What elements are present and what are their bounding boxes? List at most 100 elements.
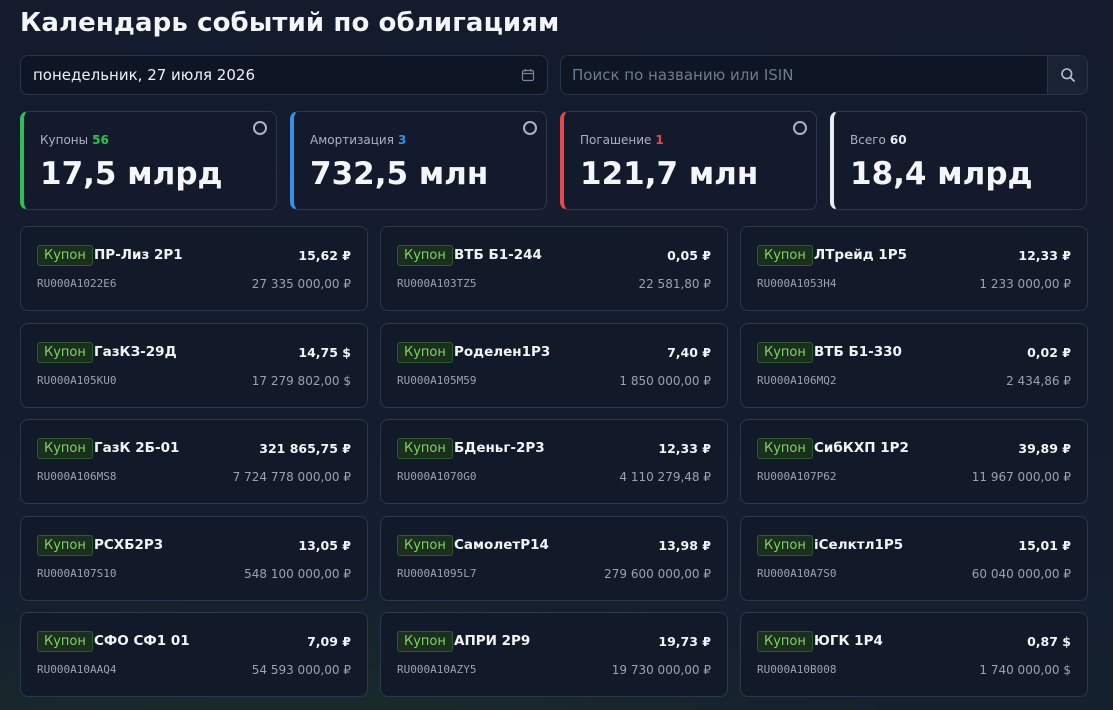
isin-code: RU000A10AZY5 — [397, 663, 477, 676]
event-type-badge: Купон — [397, 631, 453, 652]
total-amount: 1 233 000,00 ₽ — [979, 277, 1071, 291]
event-type-badge: Купон — [397, 245, 453, 266]
event-card[interactable]: Купон СФО СФ1 01 7,09 ₽ RU000A10AAQ4 54 593 … — [20, 612, 368, 697]
event-type-badge: Купон — [37, 438, 93, 459]
isin-code: RU000A105M59 — [397, 373, 477, 387]
total-amount: 1 850 000,00 ₽ — [619, 373, 711, 388]
total-amount: 2 434,86 ₽ — [1006, 373, 1071, 388]
total-amount: 60 040 000,00 ₽ — [971, 566, 1071, 581]
page-title: Календарь событий по облигациям — [20, 8, 560, 38]
event-type-badge: Купон — [37, 631, 93, 652]
search-button[interactable] — [1047, 56, 1087, 94]
event-card[interactable]: Купон iСелктл1Р5 15,01 ₽ RU000A10A7S0 60 040… — [740, 515, 1088, 601]
payment-amount: 12,33 ₽ — [658, 441, 711, 456]
event-card[interactable]: Купон ЮГК 1Р4 0,87 $ RU000A10B008 1 740 000,… — [740, 612, 1088, 697]
stat-value: 732,5 млн — [310, 156, 489, 192]
event-card[interactable]: Купон ГазКЗ-29Д 14,75 $ RU000A105KU0 17 279 … — [20, 322, 368, 408]
bond-name: ЮГК 1Р4 — [814, 633, 883, 649]
total-amount: 19 730 000,00 ₽ — [611, 663, 711, 677]
total-amount: 4 110 279,48 ₽ — [619, 470, 711, 484]
bond-name: iСелктл1Р5 — [814, 536, 904, 553]
event-type-badge: Купон — [757, 534, 813, 556]
payment-amount: 13,05 ₽ — [298, 537, 351, 553]
stat-card-amortization[interactable]: Амортизация 3 732,5 млн — [290, 111, 547, 210]
bond-name: СамолетР14 — [454, 536, 549, 553]
payment-amount: 0,02 ₽ — [1027, 344, 1071, 360]
payment-amount: 0,87 $ — [1027, 634, 1071, 649]
stat-count: 56 — [92, 133, 109, 147]
event-card[interactable]: Купон СамолетР14 13,98 ₽ RU000A1095L7 279 60… — [380, 515, 728, 601]
total-amount: 548 100 000,00 ₽ — [244, 566, 351, 581]
isin-code: RU000A106MQ2 — [757, 373, 837, 387]
isin-code: RU000A1022E6 — [37, 277, 117, 290]
stat-label: Всего 60 — [850, 133, 907, 147]
isin-code: RU000A10B008 — [757, 663, 837, 676]
stat-card-total[interactable]: Всего 60 18,4 млрд — [830, 111, 1087, 210]
search-box — [560, 55, 1088, 95]
isin-code: RU000A105KU0 — [37, 373, 117, 387]
event-card[interactable]: Купон ВТБ Б1-330 0,02 ₽ RU000A106MQ2 2 434,8… — [740, 322, 1088, 408]
stat-value: 18,4 млрд — [850, 156, 1033, 192]
calendar-icon[interactable] — [521, 68, 535, 82]
stat-count: 60 — [889, 133, 907, 147]
date-picker[interactable]: понедельник, 27 июля 2026 — [20, 55, 548, 95]
payment-amount: 7,09 ₽ — [307, 634, 351, 649]
event-card[interactable]: Купон СибКХП 1Р2 39,89 ₽ RU000A107P62 11 967… — [740, 419, 1088, 504]
filter-radio[interactable] — [253, 121, 267, 135]
isin-code: RU000A107S10 — [37, 566, 117, 580]
bond-name: ПР-Лиз 2P1 — [94, 247, 183, 263]
payment-amount: 15,01 ₽ — [1018, 537, 1071, 553]
isin-code: RU000A107P62 — [757, 470, 837, 483]
payment-amount: 15,62 ₽ — [298, 248, 351, 263]
payment-amount: 7,40 ₽ — [667, 344, 711, 360]
stat-count: 1 — [655, 133, 664, 147]
event-card[interactable]: Купон ГазК 2Б-01 321 865,75 ₽ RU000A106MS8 7… — [20, 419, 368, 504]
bond-name: РСХБ2Р3 — [94, 536, 164, 553]
isin-code: RU000A1095L7 — [397, 566, 477, 580]
event-card[interactable]: Купон ЛТрейд 1Р5 12,33 ₽ RU000A1053H4 1 233 … — [740, 226, 1088, 311]
total-amount: 27 335 000,00 ₽ — [251, 277, 351, 291]
payment-amount: 14,75 $ — [298, 344, 351, 360]
bond-name: ЛТрейд 1Р5 — [814, 247, 907, 263]
event-type-badge: Купон — [757, 341, 813, 363]
bond-name: БДеньг-2Р3 — [454, 440, 545, 456]
payment-amount: 13,98 ₽ — [658, 537, 711, 553]
payment-amount: 12,33 ₽ — [1018, 248, 1071, 263]
event-card[interactable]: Купон АПРИ 2Р9 19,73 ₽ RU000A10AZY5 19 730 0… — [380, 612, 728, 697]
search-icon — [1060, 68, 1075, 82]
event-type-badge: Купон — [397, 438, 453, 459]
bond-name: СФО СФ1 01 — [94, 633, 190, 649]
stat-card-redemption[interactable]: Погашение 1 121,7 млн — [560, 111, 817, 210]
bond-events-page: Календарь событий по облигациям понедель… — [0, 0, 1113, 710]
isin-code: RU000A10A7S0 — [757, 566, 837, 580]
search-input[interactable] — [561, 56, 1047, 94]
event-card[interactable]: Купон ВТБ Б1-244 0,05 ₽ RU000A103TZ5 22 581,… — [380, 226, 728, 311]
total-amount: 17 279 802,00 $ — [251, 373, 351, 388]
event-type-badge: Купон — [37, 245, 93, 266]
event-card[interactable]: Купон БДеньг-2Р3 12,33 ₽ RU000A1070G0 4 110 … — [380, 419, 728, 504]
event-type-badge: Купон — [757, 631, 813, 652]
event-type-badge: Купон — [37, 341, 93, 363]
isin-code: RU000A106MS8 — [37, 470, 117, 483]
filter-radio[interactable] — [793, 121, 807, 135]
event-type-badge: Купон — [397, 341, 453, 363]
isin-code: RU000A1070G0 — [397, 470, 477, 483]
stat-count: 3 — [397, 133, 407, 147]
bond-name: ГазК 2Б-01 — [94, 440, 180, 456]
bond-name: Роделен1Р3 — [454, 343, 551, 360]
isin-code: RU000A1053H4 — [757, 277, 837, 290]
stat-value: 121,7 млн — [580, 156, 759, 192]
bond-name: ВТБ Б1-330 — [814, 343, 902, 360]
date-value: понедельник, 27 июля 2026 — [33, 66, 255, 84]
isin-code: RU000A10AAQ4 — [37, 663, 117, 676]
bond-name: ВТБ Б1-244 — [454, 247, 542, 263]
payment-amount: 19,73 ₽ — [658, 634, 711, 649]
total-amount: 279 600 000,00 ₽ — [604, 566, 711, 581]
payment-amount: 39,89 ₽ — [1018, 441, 1071, 456]
stat-card-coupons[interactable]: Купоны 56 17,5 млрд — [20, 111, 277, 210]
event-card[interactable]: Купон РСХБ2Р3 13,05 ₽ RU000A107S10 548 100 0… — [20, 515, 368, 601]
event-card[interactable]: Купон ПР-Лиз 2P1 15,62 ₽ RU000A1022E6 27 335… — [20, 226, 368, 311]
bond-name: АПРИ 2Р9 — [454, 633, 531, 649]
event-card[interactable]: Купон Роделен1Р3 7,40 ₽ RU000A105M59 1 850 0… — [380, 322, 728, 408]
filter-radio[interactable] — [523, 121, 537, 135]
